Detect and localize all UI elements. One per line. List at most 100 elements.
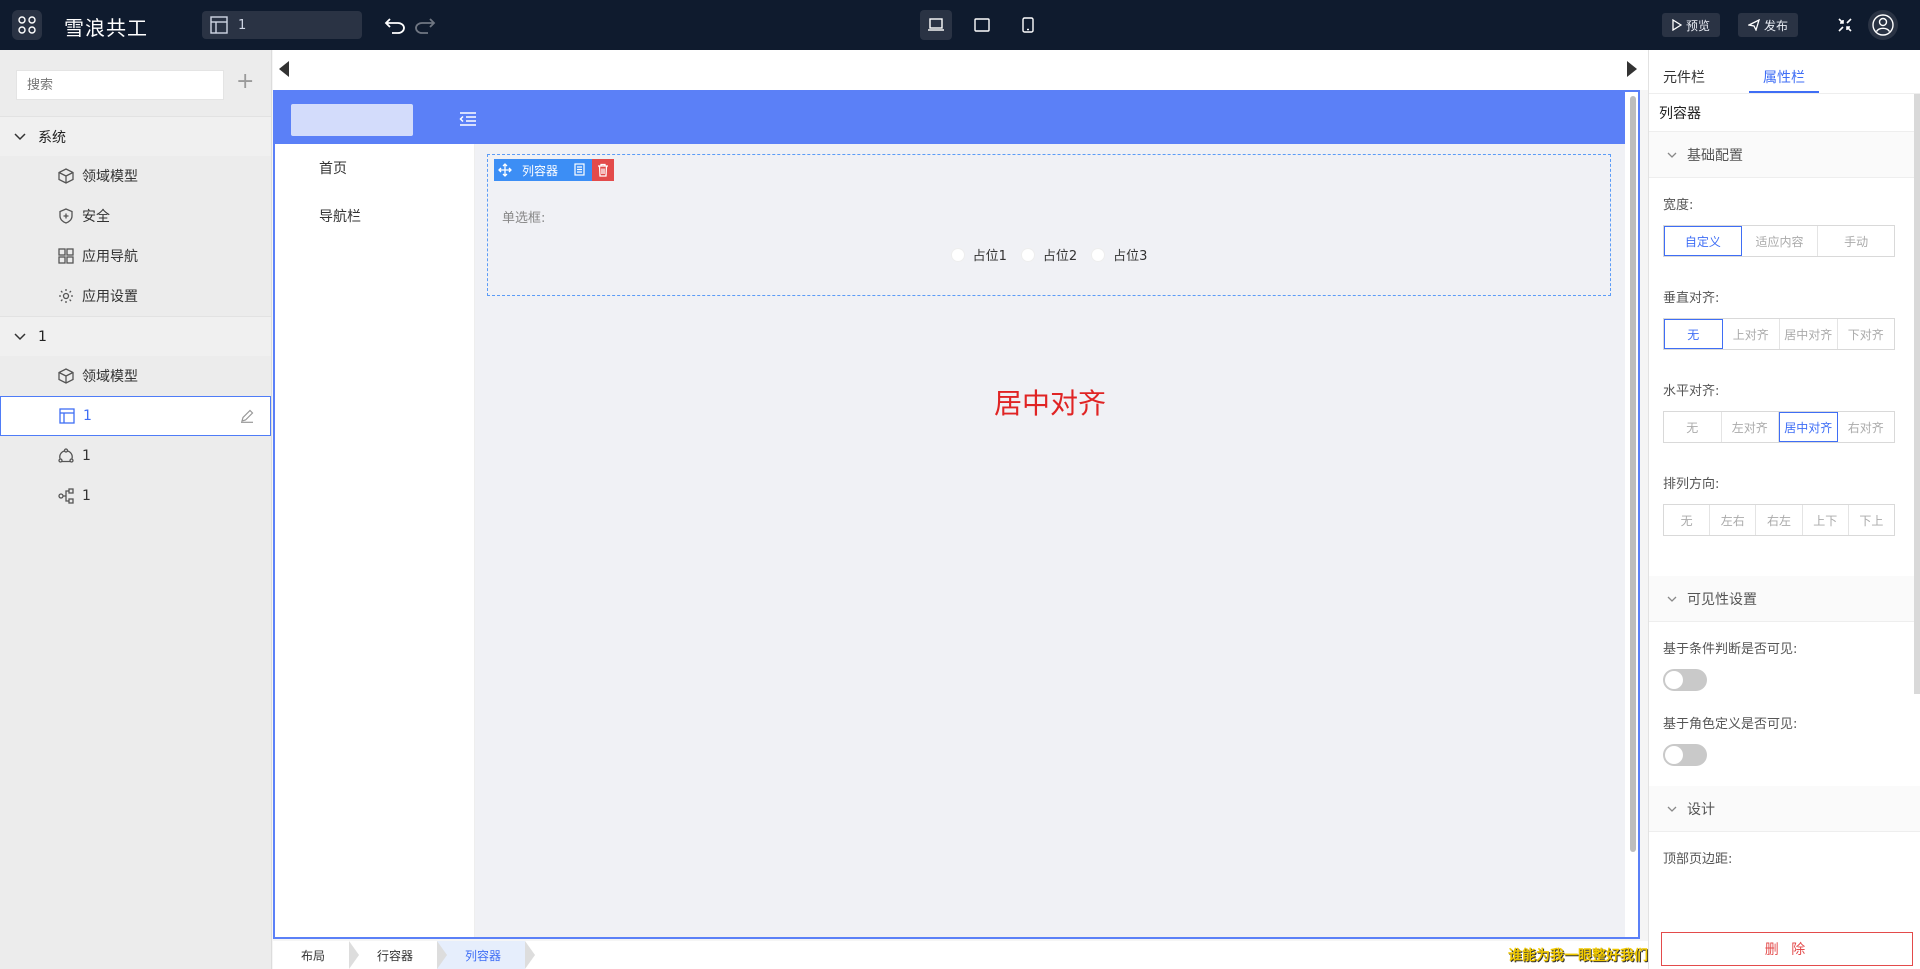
grid-icon (58, 248, 74, 264)
role-visible-field: 基于角色定义是否可见: (1649, 691, 1920, 766)
radio-circle-icon (950, 247, 965, 262)
cond-visible-toggle[interactable] (1663, 669, 1707, 691)
valign-option-top[interactable]: 上对齐 (1723, 319, 1780, 349)
app-header[interactable] (275, 92, 1625, 144)
move-icon[interactable] (498, 163, 512, 177)
column-container[interactable]: 列容器 单选框: 占位1 占位2 占位3 (487, 154, 1611, 296)
breadcrumb-row-container[interactable]: 行容器 (349, 941, 448, 969)
collapse-right-icon[interactable] (1626, 60, 1638, 82)
direction-option-bt[interactable]: 下上 (1849, 505, 1894, 535)
panel-scrollbar[interactable] (1914, 94, 1920, 694)
nav-item-navbar[interactable]: 导航栏 (275, 192, 474, 240)
edit-icon[interactable] (240, 409, 254, 423)
publish-button[interactable]: 发布 (1738, 13, 1799, 37)
chevron-down-icon (1667, 806, 1677, 812)
search-input[interactable] (16, 70, 224, 100)
property-panel: 元件栏 属性栏 列容器 基础配置 宽度: 自定义 适应内容 手动 垂直对齐: 无… (1648, 50, 1920, 969)
panel-tabs: 元件栏 属性栏 (1649, 50, 1920, 94)
copy-icon[interactable] (572, 163, 586, 177)
delete-icon[interactable] (592, 159, 615, 181)
valign-option-bottom[interactable]: 下对齐 (1838, 319, 1895, 349)
chevron-down-icon (1667, 152, 1677, 158)
role-visible-toggle[interactable] (1663, 744, 1707, 766)
radio-option-2[interactable]: 占位2 (1020, 245, 1077, 264)
width-field: 宽度: 自定义 适应内容 手动 (1649, 178, 1920, 257)
direction-option-rl[interactable]: 右左 (1756, 505, 1803, 535)
chevron-down-icon (1667, 596, 1677, 602)
width-option-fit[interactable]: 适应内容 (1742, 226, 1819, 256)
nav-item-home[interactable]: 首页 (275, 144, 474, 192)
halign-field: 水平对齐: 无 左对齐 居中对齐 右对齐 (1649, 350, 1920, 443)
valign-option-none[interactable]: 无 (1664, 319, 1723, 349)
halign-option-none[interactable]: 无 (1664, 412, 1722, 442)
tree-item-app-settings[interactable]: 应用设置 (0, 276, 271, 316)
halign-option-center[interactable]: 居中对齐 (1779, 412, 1838, 442)
overlay-tip-text: 谁能为我一眼整好我们 (1508, 948, 1648, 964)
width-option-custom[interactable]: 自定义 (1664, 226, 1742, 256)
delete-button[interactable]: 删 除 (1661, 932, 1913, 966)
direction-option-lr[interactable]: 左右 (1710, 505, 1757, 535)
breadcrumb-layout[interactable]: 布局 (273, 941, 360, 969)
add-icon[interactable]: + (236, 69, 254, 94)
width-option-manual[interactable]: 手动 (1818, 226, 1894, 256)
radio-option-3[interactable]: 占位3 (1091, 245, 1147, 264)
tree-item-app-nav[interactable]: 应用导航 (0, 236, 271, 276)
tree-group-1[interactable]: 1 (0, 316, 271, 356)
cube-icon (58, 368, 74, 384)
radio-circle-icon (1091, 247, 1106, 262)
radio-option-1[interactable]: 占位1 (950, 245, 1007, 264)
radio-circle-icon (1020, 247, 1035, 262)
tree-item-flow-1[interactable]: 1 (0, 476, 271, 516)
section-design[interactable]: 设计 (1649, 786, 1920, 832)
section-basic-config[interactable]: 基础配置 (1649, 132, 1920, 178)
tree-group-system[interactable]: 系统 (0, 116, 271, 156)
tablet-icon[interactable] (966, 10, 998, 40)
collapse-left-icon[interactable] (278, 60, 290, 82)
section-visibility[interactable]: 可见性设置 (1649, 576, 1920, 622)
tree-item-domain-model[interactable]: 领域模型 (0, 156, 271, 196)
direction-option-none[interactable]: 无 (1664, 505, 1711, 535)
radio-group: 占位1 占位2 占位3 (488, 245, 1610, 264)
tree-item-domain-model-2[interactable]: 领域模型 (0, 356, 271, 396)
left-sidebar: + 系统 领域模型 安全 应用导航 应用设置 1 领域模型 (0, 50, 272, 969)
center-align-text: 居中对齐 (993, 387, 1106, 420)
undo-icon[interactable] (384, 14, 406, 38)
redo-icon[interactable] (414, 14, 436, 38)
valign-options: 无 上对齐 居中对齐 下对齐 (1663, 318, 1895, 350)
gear-icon (59, 289, 73, 303)
brand-title: 雪浪共工 (64, 16, 148, 40)
canvas-scrollbar[interactable] (1630, 96, 1636, 852)
design-canvas[interactable]: 首页 导航栏 列容器 单选框: 占位1 占位2 占位3 居中对齐 (273, 90, 1640, 939)
app-logo[interactable] (291, 104, 413, 136)
column-toolbar: 列容器 (494, 159, 615, 181)
menu-fold-icon[interactable] (459, 112, 477, 130)
direction-option-tb[interactable]: 上下 (1803, 505, 1849, 535)
shrink-icon[interactable] (1838, 18, 1852, 36)
tree-item-page-1[interactable]: 1 (0, 396, 271, 436)
page-selector[interactable]: 1 (202, 11, 362, 39)
phone-icon[interactable] (1012, 10, 1044, 40)
laptop-icon[interactable] (920, 10, 952, 40)
breadcrumb-column-container[interactable]: 列容器 (437, 941, 536, 969)
tab-components[interactable]: 元件栏 (1663, 67, 1705, 93)
valign-field: 垂直对齐: 无 上对齐 居中对齐 下对齐 (1649, 257, 1920, 350)
preview-button[interactable]: 预览 (1662, 13, 1721, 37)
halign-options: 无 左对齐 居中对齐 右对齐 (1663, 411, 1895, 443)
cycle-icon (58, 448, 74, 463)
panel-title: 列容器 (1649, 94, 1920, 132)
valign-option-middle[interactable]: 居中对齐 (1780, 319, 1838, 349)
apps-grid-icon[interactable] (12, 10, 42, 40)
tree-item-security[interactable]: 安全 (0, 196, 271, 236)
share-nodes-icon (58, 488, 74, 504)
halign-option-right[interactable]: 右对齐 (1838, 412, 1895, 442)
breadcrumb: 布局 行容器 列容器 谁能为我一眼整好我们 (273, 941, 1648, 969)
column-toolbar-label: 列容器 (522, 163, 559, 178)
tab-properties[interactable]: 属性栏 (1749, 67, 1819, 93)
halign-option-left[interactable]: 左对齐 (1722, 412, 1779, 442)
direction-options: 无 左右 右左 上下 下上 (1663, 504, 1895, 536)
user-avatar-icon[interactable] (1868, 10, 1898, 40)
tree-item-workflow-1[interactable]: 1 (0, 436, 271, 476)
chevron-down-icon (14, 132, 26, 140)
app-main: 列容器 单选框: 占位1 占位2 占位3 居中对齐 (475, 144, 1625, 937)
app-nav: 首页 导航栏 (275, 144, 475, 937)
